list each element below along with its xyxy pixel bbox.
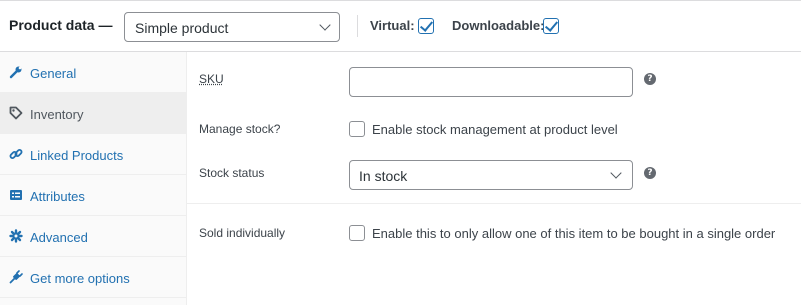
product-type-select[interactable]: Simple product (124, 12, 340, 42)
tab-linked-products[interactable]: Linked Products (0, 134, 186, 175)
sold-individually-checkbox[interactable] (349, 225, 365, 241)
tab-get-more-options[interactable]: Get more options (0, 257, 186, 298)
tag-icon (9, 106, 23, 120)
stock-status-select[interactable]: In stock (349, 160, 633, 190)
stock-status-value: In stock (359, 168, 408, 184)
virtual-label: Virtual: (370, 18, 415, 33)
tab-label: Inventory (30, 107, 84, 122)
tab-label: Get more options (30, 271, 130, 286)
sku-input[interactable] (349, 67, 633, 97)
manage-stock-checkbox[interactable] (349, 121, 365, 137)
checkmark-icon (544, 18, 559, 32)
product-data-header: Product data — Simple product Virtual: D… (0, 1, 801, 52)
tab-inventory[interactable]: Inventory (0, 93, 186, 134)
manage-stock-label: Manage stock? (199, 122, 281, 136)
sold-individually-label: Sold individually (199, 226, 286, 240)
downloadable-label: Downloadable: (452, 18, 545, 33)
product-data-title: Product data — (9, 17, 113, 33)
manage-stock-description: Enable stock management at product level (372, 122, 618, 137)
virtual-checkbox[interactable] (418, 18, 434, 34)
section-divider (187, 203, 801, 204)
tab-label: General (30, 66, 77, 81)
tab-attributes[interactable]: Attributes (0, 175, 186, 216)
chevron-down-icon (319, 19, 331, 31)
list-icon (9, 188, 23, 202)
help-icon[interactable]: ? (644, 73, 656, 85)
header-divider (357, 15, 358, 37)
link-icon (9, 147, 23, 161)
checkmark-icon (419, 18, 434, 32)
tab-label: Attributes (30, 189, 85, 204)
product-data-tabs: General Inventory Linked Products Attrib… (0, 52, 187, 305)
chevron-down-icon (610, 167, 622, 179)
tab-general[interactable]: General (0, 52, 186, 93)
downloadable-checkbox[interactable] (543, 18, 559, 34)
wrench-icon (9, 65, 23, 79)
tab-label: Linked Products (30, 148, 124, 163)
stock-status-label: Stock status (199, 166, 265, 180)
tab-label: Advanced (30, 230, 88, 245)
tab-advanced[interactable]: Advanced (0, 216, 186, 257)
plug-icon (9, 270, 23, 284)
help-icon[interactable]: ? (644, 167, 656, 179)
product-type-value: Simple product (135, 20, 229, 36)
sku-label: SKU (199, 72, 224, 86)
gear-icon (9, 229, 23, 243)
sold-individually-description: Enable this to only allow one of this it… (372, 226, 776, 241)
